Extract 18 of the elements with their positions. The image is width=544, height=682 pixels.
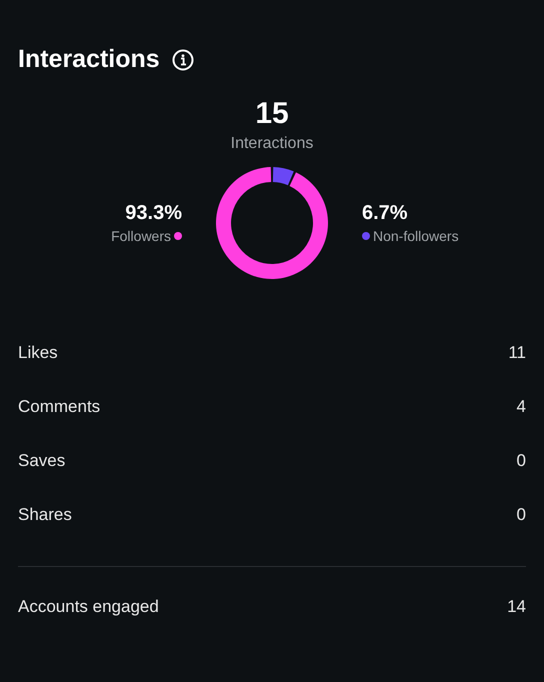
metric-label: Likes [18,342,58,364]
percentage-value: 93.3% [125,200,182,226]
legend-label: Non-followers [373,226,459,246]
metric-label: Accounts engaged [18,596,159,618]
section-title: Interactions [18,44,160,76]
metric-value: 14 [507,596,526,618]
metric-value: 4 [516,396,526,418]
metric-label: Saves [18,450,66,472]
legend-label: Followers [111,226,171,246]
metric-value: 0 [516,450,526,472]
info-icon[interactable] [172,49,194,71]
total-count: 15 [255,96,289,132]
metric-value: 0 [516,504,526,526]
total-label: Interactions [230,134,314,154]
metric-label: Comments [18,396,100,418]
metric-label: Shares [18,504,72,526]
percentage-value: 6.7% [362,200,408,226]
metric-value: 11 [508,342,526,364]
